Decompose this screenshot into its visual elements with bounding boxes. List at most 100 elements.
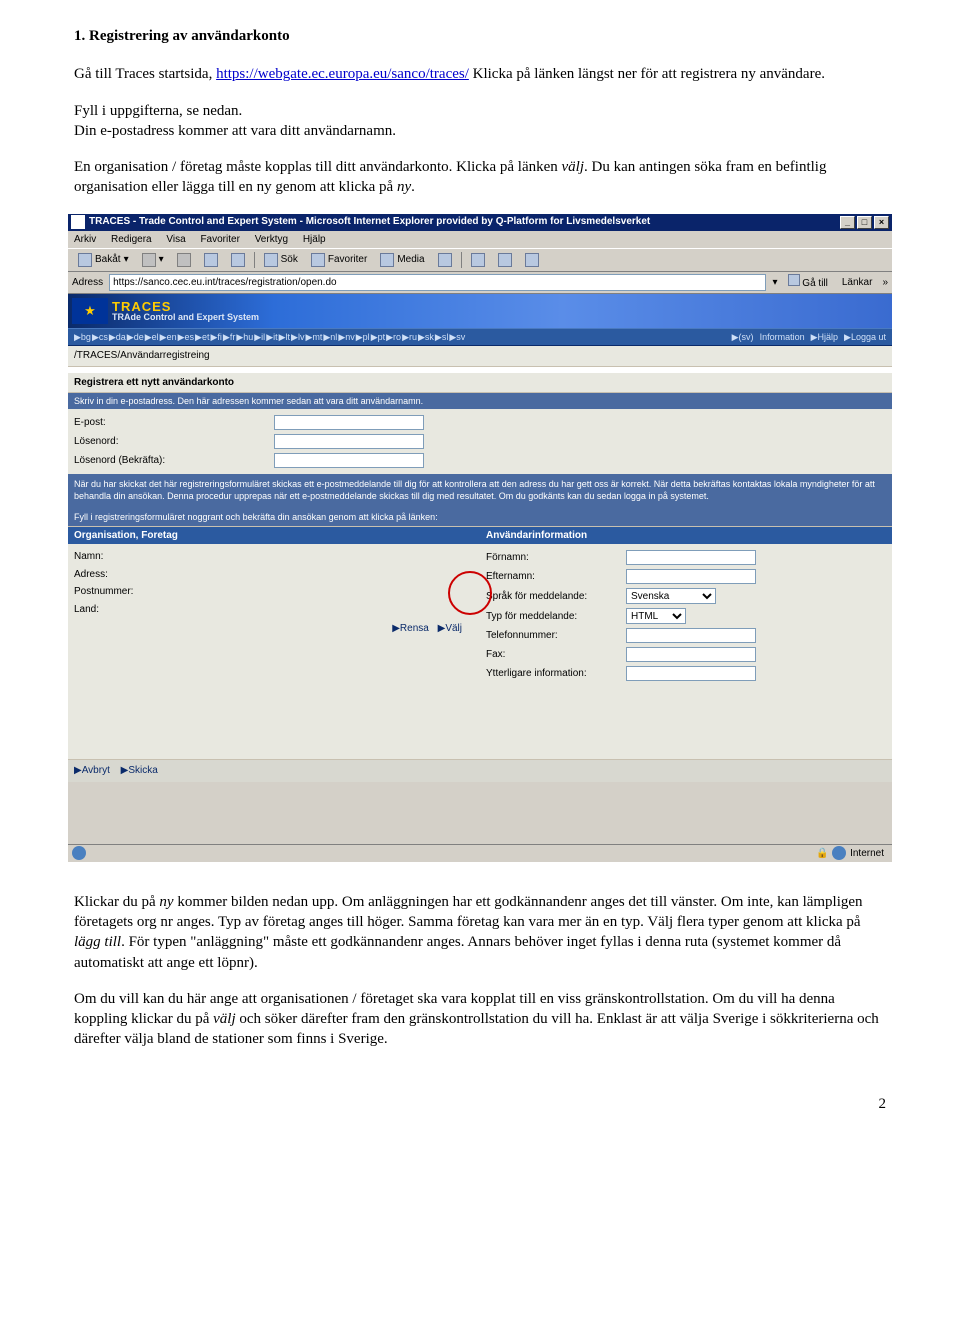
- mail-button[interactable]: [467, 252, 489, 268]
- page-icon: [72, 846, 86, 860]
- telefon-input[interactable]: [626, 628, 756, 643]
- ytterligare-input[interactable]: [626, 666, 756, 681]
- lang-link[interactable]: ▶cs: [92, 331, 108, 343]
- italic-valj: välj: [562, 159, 585, 175]
- lang-link[interactable]: ▶sv: [449, 331, 465, 343]
- window-title: TRACES - Trade Control and Expert System…: [89, 215, 650, 229]
- ie-titlebar: TRACES - Trade Control and Expert System…: [68, 214, 892, 231]
- info-text-1: När du har skickat det här registrerings…: [68, 474, 892, 507]
- typ-select[interactable]: HTML: [626, 608, 686, 624]
- telefon-label: Telefonnummer:: [486, 629, 626, 643]
- two-column-form: Organisation, Foretag Namn: Adress: Post…: [68, 526, 892, 688]
- lang-link[interactable]: ▶nv: [338, 331, 354, 343]
- lang-link[interactable]: ▶ro: [386, 331, 401, 343]
- paragraph-3: En organisation / företag måste kopplas …: [74, 157, 886, 198]
- menu-visa[interactable]: Visa: [166, 234, 185, 245]
- address-input[interactable]: [109, 274, 766, 291]
- lang-link[interactable]: ▶il: [254, 331, 265, 343]
- screenshot-ie-window: TRACES - Trade Control and Expert System…: [68, 214, 892, 862]
- italic-ny: ny: [397, 179, 411, 195]
- links-button[interactable]: Länkar: [838, 276, 877, 290]
- postnummer-label: Postnummer:: [74, 585, 214, 599]
- blank-area: [68, 687, 892, 759]
- language-bar: ▶bg ▶cs ▶da ▶de ▶el ▶en ▶es ▶et ▶fi ▶fr …: [68, 328, 892, 346]
- sprak-label: Språk för meddelande:: [486, 590, 626, 604]
- traces-link[interactable]: https://webgate.ec.europa.eu/sanco/trace…: [216, 66, 469, 82]
- back-button[interactable]: Bakåt ▾: [74, 252, 133, 268]
- fax-input[interactable]: [626, 647, 756, 662]
- text: .: [411, 179, 415, 195]
- lang-link[interactable]: ▶sk: [418, 331, 434, 343]
- refresh-button[interactable]: [200, 252, 222, 268]
- menu-arkiv[interactable]: Arkiv: [74, 234, 96, 245]
- nav-help[interactable]: ▶Hjälp: [811, 331, 838, 343]
- traces-logo: TRACES TRAde Control and Expert System: [112, 300, 259, 322]
- panel-title: Registrera ett nytt användarkonto: [68, 373, 892, 394]
- lang-link[interactable]: ▶de: [127, 331, 144, 343]
- lang-link[interactable]: ▶mt: [305, 331, 322, 343]
- lang-link[interactable]: ▶fi: [210, 331, 221, 343]
- paragraph-5: Om du vill kan du här ange att organisat…: [74, 989, 886, 1050]
- menu-hjalp[interactable]: Hjälp: [303, 234, 326, 245]
- lang-link[interactable]: ▶pl: [356, 331, 370, 343]
- skicka-link[interactable]: ▶Skicka: [121, 765, 158, 776]
- dropdown-icon[interactable]: ▾: [772, 276, 777, 290]
- lang-link[interactable]: ▶pt: [371, 331, 385, 343]
- efternamn-input[interactable]: [626, 569, 756, 584]
- edit-button[interactable]: [521, 252, 543, 268]
- fornamn-input[interactable]: [626, 550, 756, 565]
- lang-link[interactable]: ▶hu: [236, 331, 253, 343]
- search-button[interactable]: Sök: [260, 252, 302, 268]
- text: Gå till Traces startsida,: [74, 66, 216, 82]
- lang-link[interactable]: ▶es: [178, 331, 194, 343]
- lang-link[interactable]: ▶lt: [279, 331, 290, 343]
- lang-link[interactable]: ▶el: [145, 331, 159, 343]
- paragraph-1: Gå till Traces startsida, https://webgat…: [74, 64, 886, 84]
- close-button[interactable]: ×: [874, 216, 889, 229]
- forward-button[interactable]: ▾: [138, 252, 168, 268]
- typ-label: Typ för meddelande:: [486, 610, 626, 624]
- lang-link[interactable]: ▶ru: [402, 331, 417, 343]
- chevron-icon: »: [882, 276, 888, 290]
- menu-favoriter[interactable]: Favoriter: [200, 234, 239, 245]
- favorites-button[interactable]: Favoriter: [307, 252, 371, 268]
- lang-link[interactable]: ▶bg: [74, 331, 91, 343]
- valj-link[interactable]: ▶Välj: [438, 623, 462, 634]
- sprak-select[interactable]: Svenska: [626, 588, 716, 604]
- nav-information[interactable]: Information: [760, 331, 805, 343]
- history-button[interactable]: [434, 252, 456, 268]
- home-button[interactable]: [227, 252, 249, 268]
- avbryt-link[interactable]: ▶Avbryt: [74, 765, 110, 776]
- media-button[interactable]: Media: [376, 252, 428, 268]
- lang-link[interactable]: ▶fr: [223, 331, 235, 343]
- user-info-panel: Användarinformation Förnamn: Efternamn: …: [480, 527, 892, 688]
- minimize-button[interactable]: _: [840, 216, 855, 229]
- password-confirm-label: Lösenord (Bekräfta):: [74, 454, 274, 468]
- lang-current[interactable]: ▶(sv): [732, 331, 754, 343]
- lang-link[interactable]: ▶lv: [291, 331, 304, 343]
- password-input[interactable]: [274, 434, 424, 449]
- italic-valj: välj: [213, 1011, 236, 1027]
- ie-icon: [71, 215, 85, 229]
- menu-verktyg[interactable]: Verktyg: [255, 234, 288, 245]
- email-input[interactable]: [274, 415, 424, 430]
- maximize-button[interactable]: □: [857, 216, 872, 229]
- password-confirm-input[interactable]: [274, 453, 424, 468]
- lang-link[interactable]: ▶da: [109, 331, 126, 343]
- land-label: Land:: [74, 603, 214, 617]
- address-bar: Adress ▾ Gå till Länkar »: [68, 272, 892, 294]
- text: . För typen "anläggning" måste ett godkä…: [74, 934, 841, 970]
- rensa-link[interactable]: ▶Rensa: [392, 623, 429, 634]
- print-button[interactable]: [494, 252, 516, 268]
- nav-logout[interactable]: ▶Logga ut: [844, 331, 886, 343]
- lang-link[interactable]: ▶sl: [435, 331, 448, 343]
- lang-link[interactable]: ▶en: [160, 331, 177, 343]
- menu-redigera[interactable]: Redigera: [111, 234, 152, 245]
- stop-button[interactable]: [173, 252, 195, 268]
- lang-link[interactable]: ▶nl: [323, 331, 337, 343]
- lang-link[interactable]: ▶et: [195, 331, 209, 343]
- text: Fyll i uppgifterna, se nedan.: [74, 103, 242, 119]
- go-button[interactable]: Gå till: [784, 274, 832, 291]
- lang-link[interactable]: ▶it: [266, 331, 277, 343]
- info-text-2: Fyll i registreringsformuläret noggrant …: [68, 508, 892, 526]
